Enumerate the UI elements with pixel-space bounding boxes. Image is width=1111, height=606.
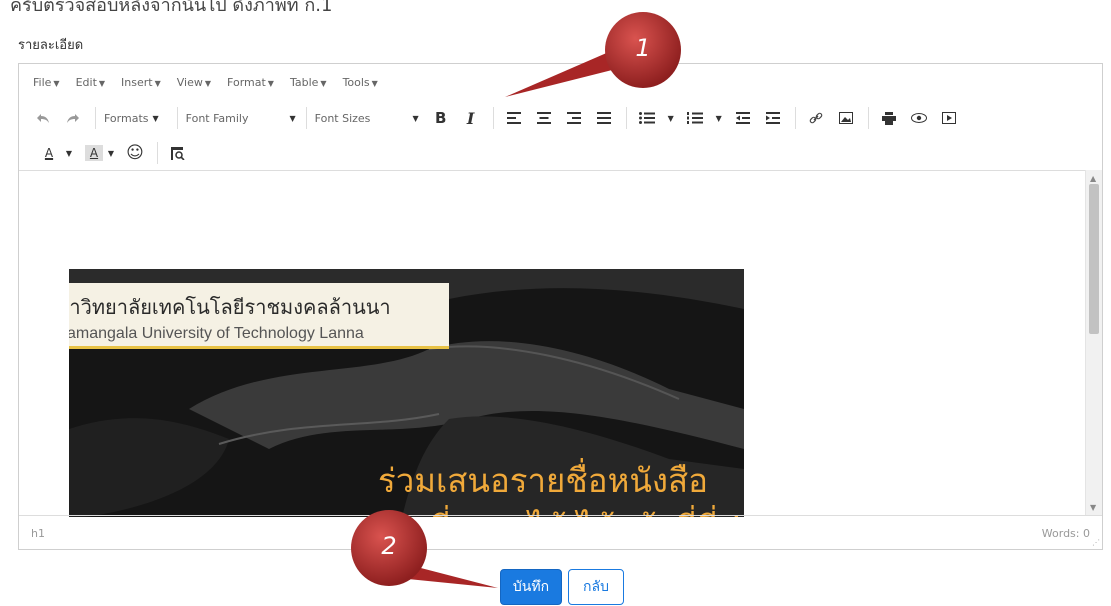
undo-icon[interactable] [31,105,55,131]
indent-icon[interactable] [761,105,785,131]
toolbar-divider [492,107,494,129]
bullet-list-icon[interactable] [635,105,659,131]
preview-icon[interactable] [907,105,931,131]
callout-2-number: 2 [381,532,397,560]
link-icon[interactable] [804,105,828,131]
menu-tools-label: Tools [342,75,370,89]
editor-menubar: File ▼ Edit ▼ Insert ▼ View ▼ Format ▼ Table ▼… [19,64,1102,100]
callout-2-pointer [390,560,498,588]
chevron-down-icon: ▼ [371,78,378,88]
banner-image: มหาวิทยาลัยเทคโนโลยีราชมงคลล้านนา Rajama… [69,269,744,517]
font-family-dropdown[interactable]: Font Family ▼ [186,112,296,125]
text-color-button[interactable]: A [37,140,61,166]
save-button[interactable]: บันทึก [500,569,562,605]
chevron-down-icon: ▼ [320,78,327,88]
font-sizes-label: Font Sizes [314,111,371,125]
editor-statusbar: h1 Words: 0 ⋰ [19,515,1102,549]
numbered-list-icon[interactable] [683,105,707,131]
italic-button[interactable]: I [459,105,483,131]
chevron-down-icon[interactable]: ▼ [105,140,117,166]
outdent-icon[interactable] [731,105,755,131]
media-icon[interactable] [937,105,961,131]
chevron-down-icon: ▼ [152,113,159,123]
university-name-th: มหาวิทยาลัยเทคโนโลยีราชมงคลล้านนา [69,295,391,319]
editor-scrollbar[interactable]: ▲ ▼ [1085,170,1102,516]
word-count: Words: 0 [1041,527,1090,540]
menu-format-label: Format [227,75,266,89]
align-left-icon[interactable] [502,105,526,131]
emoticon-icon[interactable]: ☺ [123,140,147,166]
editor-toolbar-main: Formats ▼ Font Family ▼ Font Sizes ▼ B I ▼ … [19,100,1102,136]
menu-format[interactable]: Format ▼ [227,76,274,89]
scroll-up-icon[interactable]: ▲ [1090,174,1096,183]
form-actions: บันทึก กลับ [500,569,624,605]
chevron-down-icon: ▼ [289,113,296,123]
menu-table-label: Table [289,75,319,89]
toolbar-divider [157,142,158,164]
chevron-down-icon[interactable]: ▼ [63,140,75,166]
align-justify-icon[interactable] [592,105,616,131]
resize-handle-icon[interactable]: ⋰ [1092,538,1100,547]
editor-content-area[interactable]: มหาวิทยาลัยเทคโนโลยีราชมงคลล้านนา Rajama… [19,170,1085,517]
formats-label: Formats [104,111,149,125]
menu-view-label: View [176,75,203,89]
background-color-button[interactable]: A [85,145,103,161]
redo-icon[interactable] [61,105,85,131]
menu-insert[interactable]: Insert ▼ [121,76,161,89]
university-label: มหาวิทยาลัยเทคโนโลยีราชมงคลล้านนา Rajama… [69,283,449,349]
toolbar-divider [176,107,178,129]
chevron-down-icon: ▼ [267,78,274,88]
chevron-down-icon: ▼ [412,113,419,123]
chevron-down-icon[interactable]: ▼ [713,105,725,131]
chevron-down-icon[interactable]: ▼ [665,105,677,131]
search-replace-icon[interactable] [166,140,190,166]
align-right-icon[interactable] [562,105,586,131]
top-cut-text: ครับตรวจสอบหลังจากนั้นไป ดังภาพที่ ก.1 [10,0,333,16]
university-name-en: Rajamangala University of Technology Lan… [69,325,364,342]
scroll-down-icon[interactable]: ▼ [1090,503,1096,512]
align-center-icon[interactable] [532,105,556,131]
image-icon[interactable] [834,105,858,131]
chevron-down-icon: ▼ [98,78,106,88]
menu-edit[interactable]: Edit ▼ [76,76,105,89]
field-label-details: รายละเอียด [18,38,84,53]
rich-text-editor: File ▼ Edit ▼ Insert ▼ View ▼ Format ▼ Table ▼… [18,63,1103,550]
chevron-down-icon: ▼ [53,78,60,88]
menu-table[interactable]: Table ▼ [290,76,327,89]
font-sizes-dropdown[interactable]: Font Sizes ▼ [315,112,419,125]
callout-1-number: 1 [635,34,651,62]
toolbar-divider [95,107,96,129]
scrollbar-thumb[interactable] [1089,184,1099,334]
banner-headline-line1: ร่วมเสนอรายชื่อหนังสือ [378,461,708,500]
toolbar-divider [625,107,627,129]
menu-insert-label: Insert [121,75,153,89]
chevron-down-icon: ▼ [204,78,212,88]
menu-view[interactable]: View ▼ [177,76,211,89]
toolbar-divider [867,107,869,129]
bold-button[interactable]: B [429,105,453,131]
menu-edit-label: Edit [75,75,97,89]
menu-file-label: File [33,75,52,89]
back-button[interactable]: กลับ [568,569,624,605]
chevron-down-icon: ▼ [154,78,161,88]
toolbar-divider [794,107,796,129]
toolbar-divider [305,107,307,129]
formats-dropdown[interactable]: Formats ▼ [104,112,159,125]
editor-toolbar-secondary: A ▼ A ▼ ☺ [19,136,1102,170]
menu-tools[interactable]: Tools ▼ [343,76,378,89]
print-icon[interactable] [877,105,901,131]
font-family-label: Font Family [185,111,249,125]
element-path[interactable]: h1 [31,527,45,540]
menu-file[interactable]: File ▼ [33,76,60,89]
